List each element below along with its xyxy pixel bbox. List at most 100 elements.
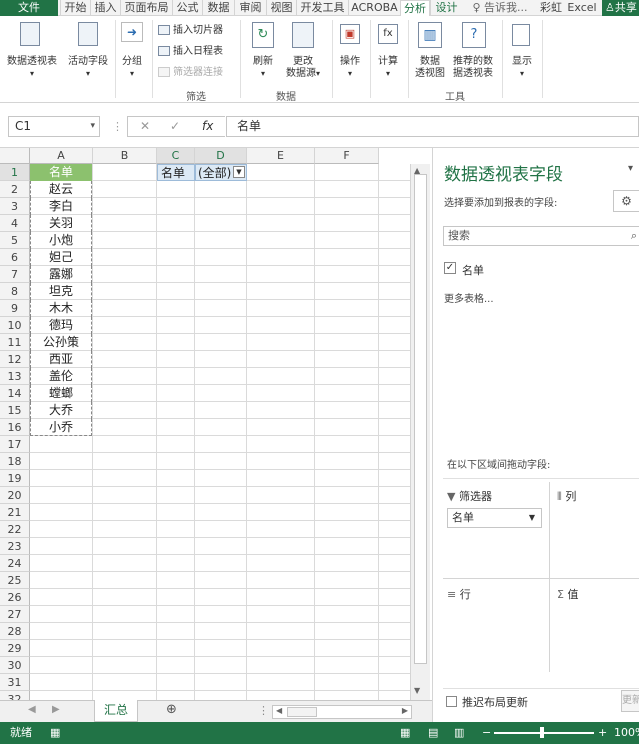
add-sheet-icon[interactable]: ⊕ (166, 702, 177, 717)
tab-insert[interactable]: 插入 (90, 0, 120, 16)
row-header[interactable]: 13 (0, 368, 30, 385)
row-header[interactable]: 3 (0, 198, 30, 215)
insert-timeline-button[interactable]: 插入日程表 (158, 45, 223, 59)
name-cell[interactable]: 德玛 (30, 317, 92, 334)
scroll-left-icon[interactable]: ◀ (276, 706, 282, 715)
sheet-tab-summary[interactable]: 汇总 (94, 700, 138, 722)
tab-view[interactable]: 视图 (266, 0, 296, 16)
normal-view-icon[interactable]: ▦ (400, 722, 410, 744)
zoom-in-icon[interactable]: + (598, 722, 607, 744)
row-header[interactable]: 8 (0, 283, 30, 300)
row-header[interactable]: 19 (0, 470, 30, 487)
zoom-slider-thumb[interactable] (540, 727, 544, 738)
name-cell[interactable]: 李白 (30, 198, 92, 215)
field-search-input[interactable]: 搜索 ⌕ (443, 226, 639, 246)
row-header[interactable]: 31 (0, 674, 30, 691)
prev-sheet-icon[interactable]: ◀ (28, 704, 36, 715)
active-field-button[interactable]: 活动字段 ▾ (62, 56, 114, 80)
cancel-icon[interactable]: ✕ (140, 119, 150, 133)
vertical-scrollbar[interactable]: ▲ ▼ (410, 164, 430, 700)
field-checkbox[interactable]: ✓ (444, 262, 456, 274)
h-scroll-thumb[interactable] (287, 707, 317, 717)
row-header[interactable]: 6 (0, 249, 30, 266)
pivot-filter-label[interactable]: 名单 (157, 164, 195, 181)
row-header[interactable]: 27 (0, 606, 30, 623)
row-header[interactable]: 21 (0, 504, 30, 521)
name-cell[interactable]: 盖伦 (30, 368, 92, 385)
pane-options-icon[interactable]: ▾ (628, 163, 633, 174)
refresh-button[interactable]: 刷新 ▾ (246, 56, 280, 80)
pivot-table-button[interactable]: 数据透视表 ▾ (2, 56, 62, 80)
tab-home[interactable]: 开始 (60, 0, 90, 16)
enter-icon[interactable]: ✓ (170, 119, 180, 133)
filter-field-chip[interactable]: 名单 ▼ (447, 508, 542, 528)
name-cell[interactable]: 妲己 (30, 249, 92, 266)
row-header[interactable]: 20 (0, 487, 30, 504)
row-header[interactable]: 28 (0, 623, 30, 640)
scroll-down-icon[interactable]: ▼ (414, 686, 420, 695)
row-header[interactable]: 15 (0, 402, 30, 419)
row-header[interactable]: 16 (0, 419, 30, 436)
show-button[interactable]: 显示 ▾ (505, 56, 539, 80)
row-header[interactable]: 2 (0, 181, 30, 198)
filter-connections-button[interactable]: 筛选器连接 (158, 66, 223, 80)
row-header[interactable]: 26 (0, 589, 30, 606)
zoom-slider[interactable] (494, 727, 594, 738)
next-sheet-icon[interactable]: ▶ (52, 704, 60, 715)
column-header[interactable]: C (157, 148, 195, 164)
zoom-level[interactable]: 100% (614, 722, 639, 744)
group-button[interactable]: 分组 ▾ (115, 56, 149, 80)
name-cell[interactable]: 大乔 (30, 402, 92, 419)
tab-acrobat[interactable]: ACROBA (348, 0, 400, 16)
actions-button[interactable]: 操作 ▾ (334, 56, 366, 80)
scroll-thumb[interactable] (414, 174, 427, 664)
more-tables-link[interactable]: 更多表格... (444, 290, 494, 305)
formula-input[interactable]: 名单 (226, 116, 639, 137)
row-header[interactable]: 18 (0, 453, 30, 470)
page-layout-icon[interactable]: ▤ (428, 722, 438, 744)
row-header[interactable]: 22 (0, 521, 30, 538)
page-break-icon[interactable]: ▥ (454, 722, 464, 744)
row-header[interactable]: 29 (0, 640, 30, 657)
tab-design[interactable]: 设计 (430, 0, 462, 16)
gear-icon[interactable]: ⚙ (613, 190, 639, 212)
row-header[interactable]: 11 (0, 334, 30, 351)
name-cell[interactable]: 小炮 (30, 232, 92, 249)
row-header[interactable]: 4 (0, 215, 30, 232)
tab-analyze[interactable]: 分析 (400, 0, 430, 17)
calculations-button[interactable]: 计算 ▾ (372, 56, 404, 80)
pivot-chart-button[interactable]: 数据 透视图 (412, 56, 448, 80)
tab-review[interactable]: 审阅 (234, 0, 266, 16)
share-button[interactable]: ♙共享 (602, 0, 639, 16)
name-box[interactable]: C1 ▾ (8, 116, 100, 137)
column-header[interactable]: E (247, 148, 315, 164)
column-header[interactable]: B (93, 148, 157, 164)
change-data-source-button[interactable]: 更改 数据源▾ (280, 56, 326, 80)
row-header[interactable]: 12 (0, 351, 30, 368)
row-header[interactable]: 23 (0, 538, 30, 555)
tab-page-layout[interactable]: 页面布局 (120, 0, 172, 16)
tab-split-icon[interactable]: ⋮ (258, 704, 269, 717)
tab-data[interactable]: 数据 (202, 0, 234, 16)
name-cell[interactable]: 螳螂 (30, 385, 92, 402)
row-header[interactable]: 9 (0, 300, 30, 317)
tab-formulas[interactable]: 公式 (172, 0, 202, 16)
tell-me-box[interactable]: ♀ 告诉我... (468, 0, 532, 16)
update-button[interactable]: 更新 (621, 690, 639, 712)
name-cell[interactable]: 木木 (30, 300, 92, 317)
row-header[interactable]: 30 (0, 657, 30, 674)
name-cell[interactable]: 赵云 (30, 181, 92, 198)
header-cell[interactable]: 名单 (30, 164, 92, 181)
row-header[interactable]: 32 (0, 691, 30, 700)
insert-slicer-button[interactable]: 插入切片器 (158, 24, 223, 38)
row-header[interactable]: 1 (0, 164, 30, 181)
insert-function-icon[interactable]: fx (202, 119, 213, 133)
row-header[interactable]: 17 (0, 436, 30, 453)
row-header[interactable]: 24 (0, 555, 30, 572)
select-all-corner[interactable] (0, 148, 30, 164)
name-cell[interactable]: 关羽 (30, 215, 92, 232)
name-cell[interactable]: 西亚 (30, 351, 92, 368)
row-header[interactable]: 10 (0, 317, 30, 334)
horizontal-scrollbar[interactable]: ◀ ▶ (272, 705, 412, 719)
user-name[interactable]: 彩虹 (538, 0, 564, 16)
